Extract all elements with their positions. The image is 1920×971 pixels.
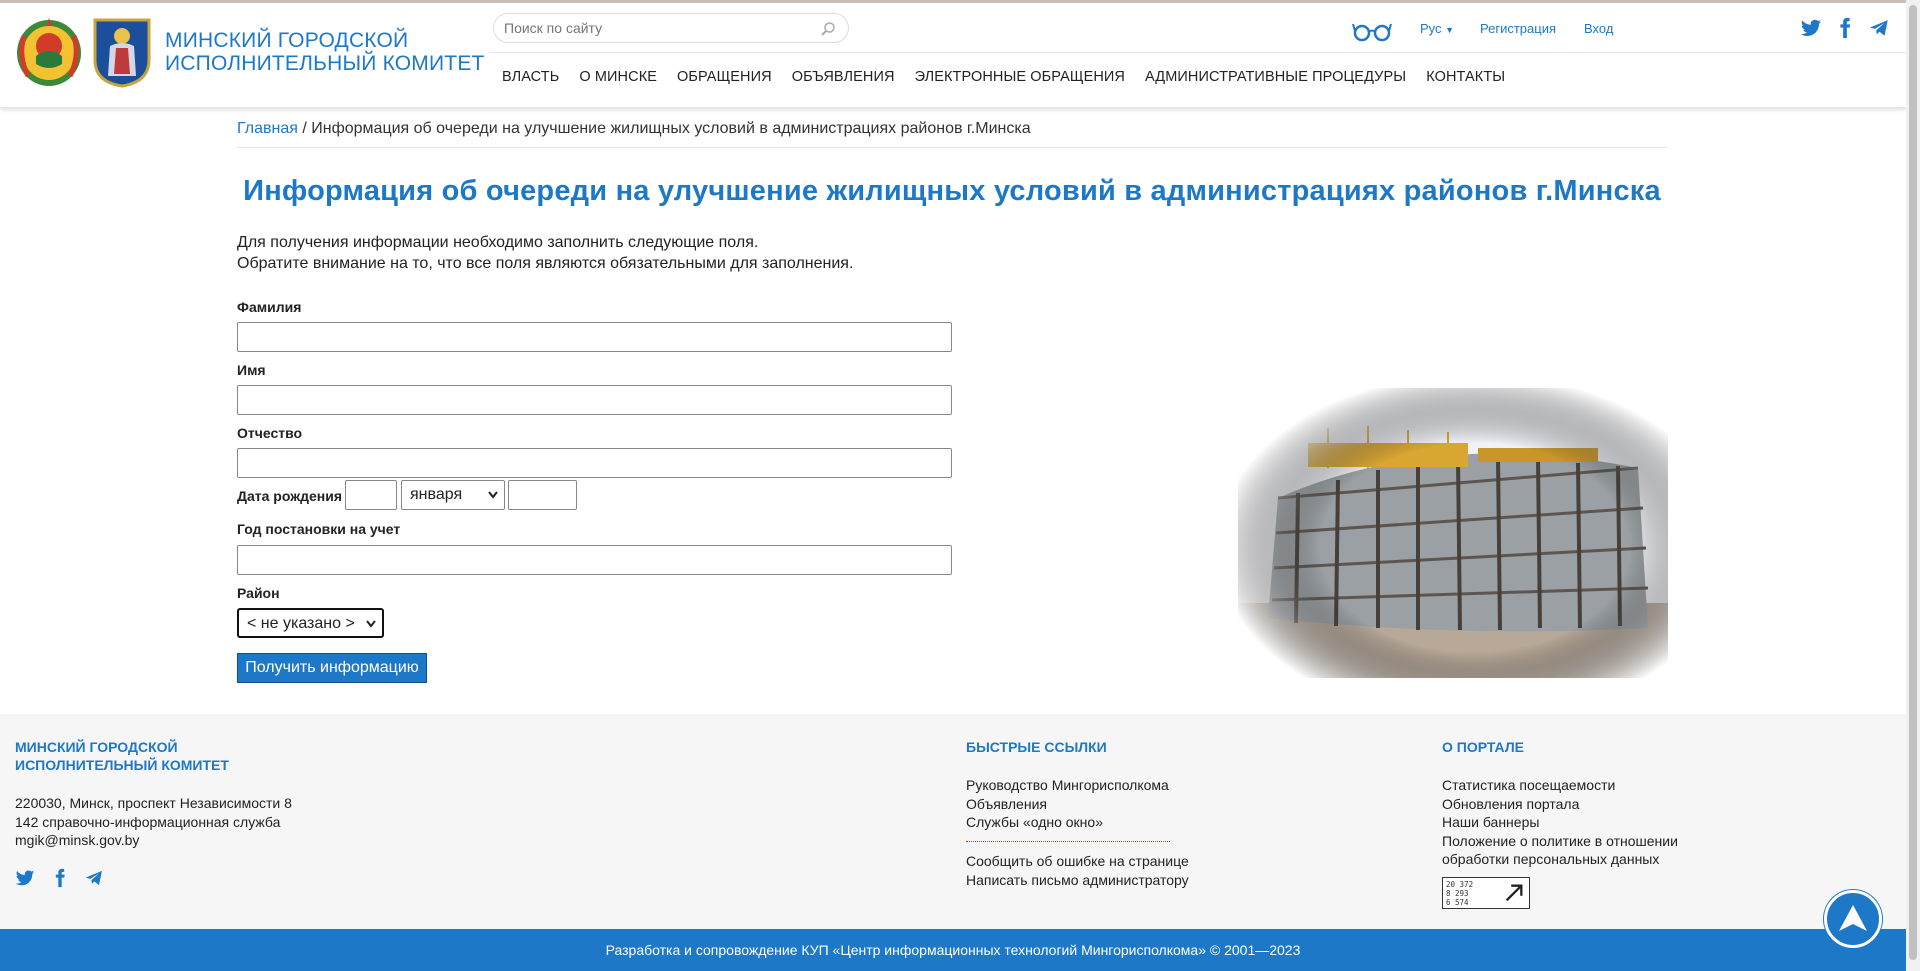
breadcrumb-divider <box>237 147 1667 148</box>
intro-line-1: Для получения информации необходимо запо… <box>237 234 759 251</box>
site-header: Минский городской исполнительный комитет… <box>0 3 1906 107</box>
visit-counter-badge[interactable]: 20 372 8 293 6 574 <box>1442 877 1530 909</box>
birth-year-field[interactable] <box>508 480 577 510</box>
org-title-line2: исполнительный комитет <box>165 52 485 75</box>
intro-line-2: Обратите внимание на то, что все поля яв… <box>237 255 854 272</box>
district-value: < не указано > <box>247 615 355 632</box>
district-label: Район <box>237 585 280 601</box>
about-link-stats[interactable]: Статистика посещаемости <box>1442 776 1678 795</box>
breadcrumb: Главная / Информация об очереди на улучш… <box>237 120 1031 138</box>
counter-line-3: 6 574 <box>1446 898 1469 907</box>
search-input[interactable] <box>504 18 804 38</box>
twitter-icon[interactable] <box>15 868 35 888</box>
copyright-bar: Разработка и сопровождение КУП «Центр ин… <box>0 929 1906 971</box>
about-link-updates[interactable]: Обновления портала <box>1442 795 1678 814</box>
facebook-icon[interactable] <box>50 868 70 888</box>
nav-item-obrashcheniya[interactable]: ОБРАЩЕНИЯ <box>677 69 772 85</box>
nav-item-obyavleniya[interactable]: ОБЪЯВЛЕНИЯ <box>792 69 895 85</box>
header-divider <box>490 52 1906 53</box>
about-link-privacy-1[interactable]: Положение о политике в отношении <box>1442 832 1678 851</box>
birth-month-value: января <box>410 486 463 503</box>
counter-line-1: 20 372 <box>1446 880 1474 889</box>
glasses-icon[interactable] <box>1352 19 1392 43</box>
org-title-line1: Минский городской <box>165 29 409 52</box>
report-error-link[interactable]: Сообщить об ошибке на странице <box>966 852 1189 871</box>
twitter-icon[interactable] <box>1800 17 1822 39</box>
main-nav: ВЛАСТЬ О МИНСКЕ ОБРАЩЕНИЯ ОБЪЯВЛЕНИЯ ЭЛЕ… <box>502 69 1525 85</box>
registration-year-label: Год постановки на учет <box>237 521 401 537</box>
scroll-to-top-button[interactable] <box>1824 890 1882 948</box>
nav-item-vlast[interactable]: ВЛАСТЬ <box>502 69 559 85</box>
intro-text: Для получения информации необходимо запо… <box>237 232 853 274</box>
quick-links-title: БЫСТРЫЕ ССЫЛКИ <box>966 739 1107 755</box>
telegram-icon[interactable] <box>1868 17 1890 39</box>
quick-link-announcements[interactable]: Объявления <box>966 795 1169 814</box>
about-portal-title: О ПОРТАЛЕ <box>1442 739 1524 755</box>
birth-month-select[interactable]: января <box>401 480 505 510</box>
register-link[interactable]: Регистрация <box>1480 21 1556 36</box>
org-title[interactable]: Минский городской исполнительный комитет <box>165 29 485 75</box>
footer-contacts: 220030, Минск, проспект Независимости 8 … <box>15 794 292 850</box>
surname-field[interactable] <box>237 322 952 352</box>
nav-item-admin-procedury[interactable]: АДМИНИСТРАТИВНЫЕ ПРОЦЕДУРЫ <box>1145 69 1406 85</box>
surname-label: Фамилия <box>237 299 302 315</box>
district-select[interactable]: < не указано > <box>237 608 384 638</box>
quick-link-one-window[interactable]: Службы «одно окно» <box>966 813 1169 832</box>
footer-org-title[interactable]: МИНСКИЙ ГОРОДСКОЙ ИСПОЛНИТЕЛЬНЫЙ КОМИТЕТ <box>15 738 229 774</box>
footer-email[interactable]: mgik@minsk.gov.by <box>15 831 292 850</box>
footer-address: 220030, Минск, проспект Независимости 8 <box>15 795 292 811</box>
breadcrumb-separator: / <box>297 120 312 137</box>
birthdate-label: Дата рождения <box>237 488 343 504</box>
write-admin-link[interactable]: Написать письмо администратору <box>966 871 1189 890</box>
about-link-privacy-2[interactable]: обработки персональных данных <box>1442 850 1678 869</box>
chevron-down-icon <box>366 620 376 628</box>
quick-links-divider <box>966 841 1170 842</box>
search-box <box>493 13 849 43</box>
counter-line-2: 8 293 <box>1446 889 1469 898</box>
feedback-links-list: Сообщить об ошибке на странице Написать … <box>966 852 1189 889</box>
page-title: Информация об очереди на улучшение жилищ… <box>243 175 1661 207</box>
arrow-up-icon <box>1839 905 1867 931</box>
footer-phone: 142 справочно-информационная служба <box>15 813 281 830</box>
facebook-icon[interactable] <box>1834 17 1856 39</box>
search-icon[interactable] <box>820 21 836 37</box>
footer-org-line1: МИНСКИЙ ГОРОДСКОЙ <box>15 739 178 755</box>
arrow-up-right-icon <box>1505 884 1523 902</box>
nav-item-kontakty[interactable]: КОНТАКТЫ <box>1426 69 1505 85</box>
quick-link-leadership[interactable]: Руководство Мингорисполкома <box>966 776 1169 795</box>
login-link[interactable]: Вход <box>1584 21 1613 36</box>
name-field[interactable] <box>237 385 952 415</box>
construction-site-image <box>1238 388 1668 678</box>
caret-down-icon: ▼ <box>1445 25 1455 35</box>
scrollbar-thumb[interactable] <box>1909 5 1917 960</box>
registration-year-field[interactable] <box>237 545 952 575</box>
belarus-emblem-logo[interactable] <box>14 16 84 88</box>
patronymic-label: Отчество <box>237 425 303 441</box>
name-label: Имя <box>237 362 266 378</box>
nav-item-o-minske[interactable]: О МИНСКЕ <box>579 69 657 85</box>
footer-org-line2: ИСПОЛНИТЕЛЬНЫЙ КОМИТЕТ <box>15 757 229 773</box>
language-selector[interactable]: Рус ▼ <box>1420 21 1454 36</box>
birth-day-field[interactable] <box>345 480 397 510</box>
chevron-down-icon <box>488 491 498 499</box>
minsk-coat-of-arms-logo[interactable] <box>92 16 152 88</box>
language-label: Рус <box>1420 21 1442 36</box>
get-info-button[interactable]: Получить информацию <box>237 653 427 683</box>
nav-item-elektronnye-obrashcheniya[interactable]: ЭЛЕКТРОННЫЕ ОБРАЩЕНИЯ <box>915 69 1125 85</box>
about-links-list: Статистика посещаемости Обновления порта… <box>1442 776 1678 869</box>
about-link-banners[interactable]: Наши баннеры <box>1442 813 1678 832</box>
quick-links-list: Руководство Мингорисполкома Объявления С… <box>966 776 1169 832</box>
breadcrumb-home-link[interactable]: Главная <box>237 120 298 137</box>
patronymic-field[interactable] <box>237 448 952 478</box>
breadcrumb-current: Информация об очереди на улучшение жилищ… <box>311 120 1031 137</box>
telegram-icon[interactable] <box>84 868 104 888</box>
